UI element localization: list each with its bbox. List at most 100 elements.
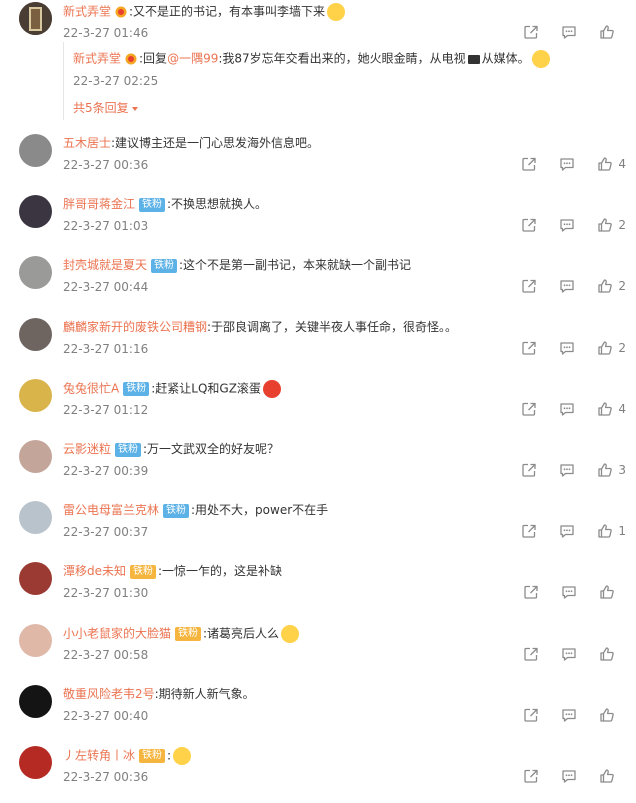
avatar[interactable] xyxy=(19,624,52,657)
username[interactable]: 丿左转角丨冰 xyxy=(63,749,135,763)
forward-icon xyxy=(521,340,537,356)
forward-button[interactable] xyxy=(523,768,539,784)
comment-text: :期待新人新气象。 xyxy=(154,687,255,701)
fan-badge[interactable]: 铁粉 xyxy=(163,503,190,518)
forward-button[interactable] xyxy=(521,156,537,172)
comment-line: 新式弄堂:又不是正的书记，有本事叫李墙下来 xyxy=(63,3,346,21)
comment-item: 封壳城就是夏天 铁粉:这个不是第一副书记，本来就缺一个副书记 22-3-27 00:… xyxy=(0,253,636,313)
like-count: 4 xyxy=(618,402,626,416)
forward-button[interactable] xyxy=(523,707,539,723)
comment-item: 潭移de未知 铁粉:一惊一乍的，这是补缺 22-3-27 01:30 xyxy=(0,559,636,619)
forward-button[interactable] xyxy=(523,584,539,600)
forward-icon xyxy=(523,584,539,600)
avatar[interactable] xyxy=(19,562,52,595)
username[interactable]: 兔兔很忙A xyxy=(63,382,119,396)
fan-badge[interactable]: 铁粉 xyxy=(123,382,150,396)
comment-line: 雷公电母富兰克林 铁粉:用处不大，power不在手 xyxy=(63,502,328,518)
like-button[interactable]: 1 xyxy=(597,523,626,539)
comment-text: :用处不大，power不在手 xyxy=(191,503,329,517)
avatar[interactable] xyxy=(19,195,52,228)
fan-badge[interactable]: 铁粉 xyxy=(115,442,142,457)
username[interactable]: 胖哥哥蒋金江 xyxy=(63,197,135,211)
username[interactable]: 云影迷粒 xyxy=(63,442,111,456)
reply-mention[interactable]: @一隅99 xyxy=(167,52,218,66)
comment-item: 雷公电母富兰克林 铁粉:用处不大，power不在手 22-3-27 00:37 1 xyxy=(0,498,636,558)
avatar[interactable] xyxy=(19,685,52,718)
username[interactable]: 封壳城就是夏天 xyxy=(63,258,147,272)
reply-button[interactable] xyxy=(559,278,575,294)
forward-button[interactable] xyxy=(521,523,537,539)
comment-actions: 1 xyxy=(499,522,626,540)
comment-actions: 4 xyxy=(499,155,626,173)
forward-button[interactable] xyxy=(523,646,539,662)
fan-badge[interactable]: 铁粉 xyxy=(139,749,166,763)
like-count: 4 xyxy=(618,157,626,171)
comment-text: :于邵良调离了，关键半夜人事任命，很奇怪。。 xyxy=(207,320,458,334)
fan-badge[interactable]: 铁粉 xyxy=(175,627,202,641)
reply-button[interactable] xyxy=(561,707,577,723)
username[interactable]: 五木居士 xyxy=(63,136,111,150)
reply-button[interactable] xyxy=(561,768,577,784)
fan-badge[interactable]: 铁粉 xyxy=(151,258,178,273)
comment-time: 22-3-27 00:37 xyxy=(63,525,149,539)
forward-icon xyxy=(521,156,537,172)
like-button[interactable] xyxy=(599,584,626,600)
like-button[interactable]: 2 xyxy=(597,340,626,356)
like-button[interactable] xyxy=(599,24,626,40)
reply-button[interactable] xyxy=(559,523,575,539)
reply-button[interactable] xyxy=(561,646,577,662)
forward-button[interactable] xyxy=(521,340,537,356)
reply-button[interactable] xyxy=(559,401,575,417)
like-button[interactable] xyxy=(599,646,626,662)
forward-button[interactable] xyxy=(523,24,539,40)
like-button[interactable] xyxy=(599,707,626,723)
avatar[interactable] xyxy=(19,440,52,473)
reply-text-tail: 从媒体。 xyxy=(481,51,530,66)
reply-button[interactable] xyxy=(559,340,575,356)
triangle-down-icon xyxy=(131,106,138,111)
like-button[interactable]: 4 xyxy=(597,401,626,417)
avatar[interactable] xyxy=(19,134,52,167)
username[interactable]: 敬重风险老韦2号 xyxy=(63,687,155,701)
avatar[interactable] xyxy=(19,2,52,35)
vip-icon xyxy=(114,6,128,18)
comment-item: 五木居士:建议博主还是一门心思发海外信息吧。 22-3-27 00:36 4 xyxy=(0,131,636,191)
username[interactable]: 雷公电母富兰克林 xyxy=(63,503,159,517)
comment-actions: 2 xyxy=(499,339,626,357)
like-icon xyxy=(599,24,615,40)
avatar[interactable] xyxy=(19,256,52,289)
comment-line: 胖哥哥蒋金江 铁粉:不换思想就换人。 xyxy=(63,196,267,212)
comment-time: 22-3-27 00:39 xyxy=(63,464,149,478)
username[interactable]: 潭移de未知 xyxy=(63,564,126,578)
reply-button[interactable] xyxy=(559,217,575,233)
fan-badge[interactable]: 铁粉 xyxy=(139,197,166,212)
reply-line: 新式弄堂:回复@一隅99:我87岁忘年交看出来的，她火眼金睛，从电视 从媒体。 xyxy=(73,50,550,68)
forward-button[interactable] xyxy=(521,462,537,478)
comment-line: 潭移de未知 铁粉:一惊一乍的，这是补缺 xyxy=(63,563,282,579)
avatar[interactable] xyxy=(19,746,52,779)
comment-time: 22-3-27 00:36 xyxy=(63,770,149,784)
fan-badge[interactable]: 铁粉 xyxy=(130,564,157,579)
avatar[interactable] xyxy=(19,379,52,412)
avatar[interactable] xyxy=(19,318,52,351)
reply-username[interactable]: 新式弄堂 xyxy=(73,52,121,66)
forward-button[interactable] xyxy=(521,401,537,417)
more-replies-link[interactable]: 共5条回复 xyxy=(73,99,138,116)
username[interactable]: 新式弄堂 xyxy=(63,5,111,19)
comment-text: :不换思想就换人。 xyxy=(167,197,268,211)
username[interactable]: 麟麟家新开的废铁公司糟钢 xyxy=(63,320,207,334)
like-button[interactable] xyxy=(599,768,626,784)
like-button[interactable]: 2 xyxy=(597,217,626,233)
like-button[interactable]: 2 xyxy=(597,278,626,294)
forward-button[interactable] xyxy=(521,278,537,294)
reply-button[interactable] xyxy=(561,24,577,40)
like-button[interactable]: 4 xyxy=(597,156,626,172)
reply-button[interactable] xyxy=(559,462,575,478)
avatar[interactable] xyxy=(19,501,52,534)
like-button[interactable]: 3 xyxy=(597,462,626,478)
username[interactable]: 小小老鼠家的大脸猫 xyxy=(63,627,171,641)
comment-actions: 2 xyxy=(499,216,626,234)
reply-button[interactable] xyxy=(559,156,575,172)
forward-button[interactable] xyxy=(521,217,537,233)
reply-button[interactable] xyxy=(561,584,577,600)
